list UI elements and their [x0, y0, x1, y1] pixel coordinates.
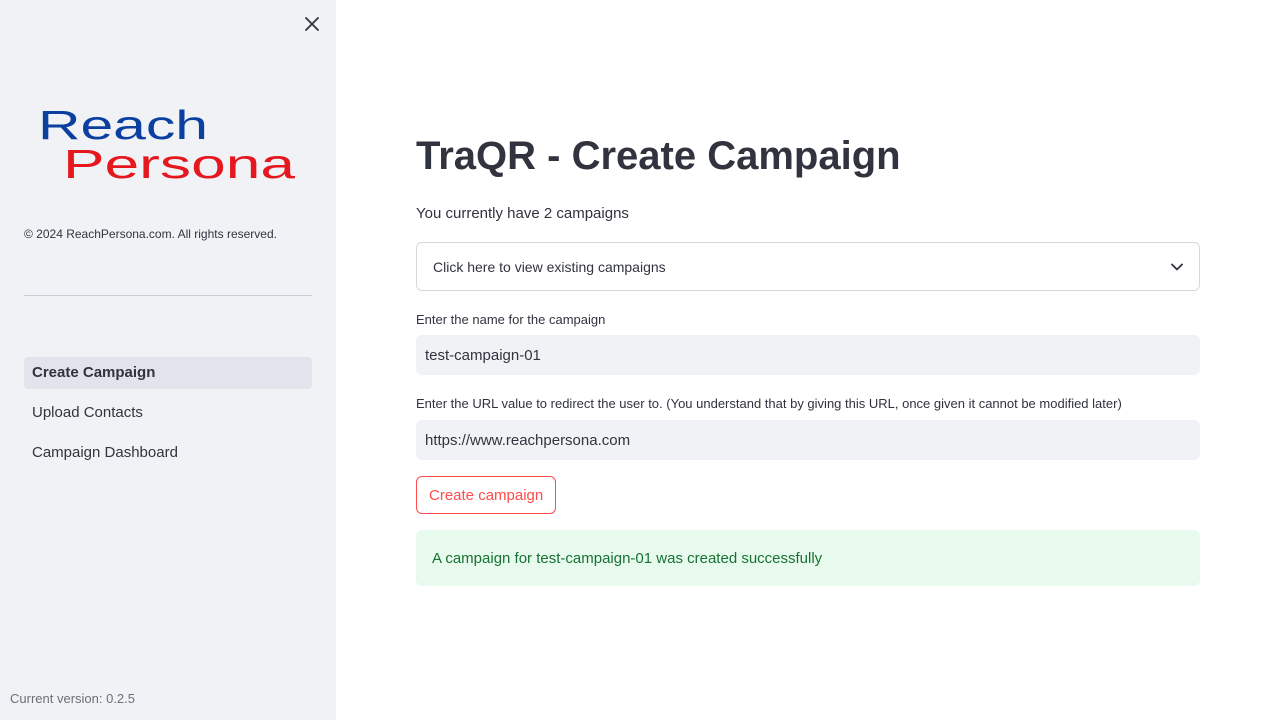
expander-label: Click here to view existing campaigns [433, 258, 666, 275]
campaign-name-label: Enter the name for the campaign [416, 312, 606, 327]
sidebar-item-upload-contacts[interactable]: Upload Contacts [24, 397, 312, 429]
sidebar: Reach Persona © 2024 ReachPersona.com. A… [0, 0, 336, 720]
success-message: A campaign for test-campaign-01 was crea… [432, 549, 823, 567]
page-title: TraQR - Create Campaign [416, 134, 901, 178]
existing-campaigns-expander[interactable]: Click here to view existing campaigns [416, 242, 1200, 291]
sidebar-nav: Create Campaign Upload Contacts Campaign… [24, 357, 312, 477]
sidebar-divider [24, 295, 312, 296]
sidebar-item-label: Upload Contacts [32, 404, 143, 421]
copyright-text: © 2024 ReachPersona.com. All rights rese… [24, 227, 277, 241]
app-root: Reach Persona © 2024 ReachPersona.com. A… [0, 0, 1280, 720]
redirect-url-label: Enter the URL value to redirect the user… [416, 396, 1122, 411]
redirect-url-input[interactable] [416, 420, 1200, 460]
chevron-down-icon [1171, 263, 1183, 270]
sidebar-close-button[interactable] [300, 12, 324, 36]
campaign-name-input[interactable] [416, 335, 1200, 375]
campaign-count-text: You currently have 2 campaigns [416, 205, 629, 222]
reachpersona-logo: Reach Persona [38, 104, 300, 184]
sidebar-item-label: Campaign Dashboard [32, 444, 178, 461]
sidebar-item-label: Create Campaign [32, 364, 156, 381]
sidebar-item-create-campaign[interactable]: Create Campaign [24, 357, 312, 389]
create-campaign-button[interactable]: Create campaign [416, 476, 557, 514]
close-icon [305, 17, 319, 31]
version-text: Current version: 0.2.5 [10, 691, 136, 706]
logo-line-persona: Persona [63, 141, 295, 184]
success-alert: A campaign for test-campaign-01 was crea… [416, 530, 1200, 586]
sidebar-item-campaign-dashboard[interactable]: Campaign Dashboard [24, 437, 312, 469]
